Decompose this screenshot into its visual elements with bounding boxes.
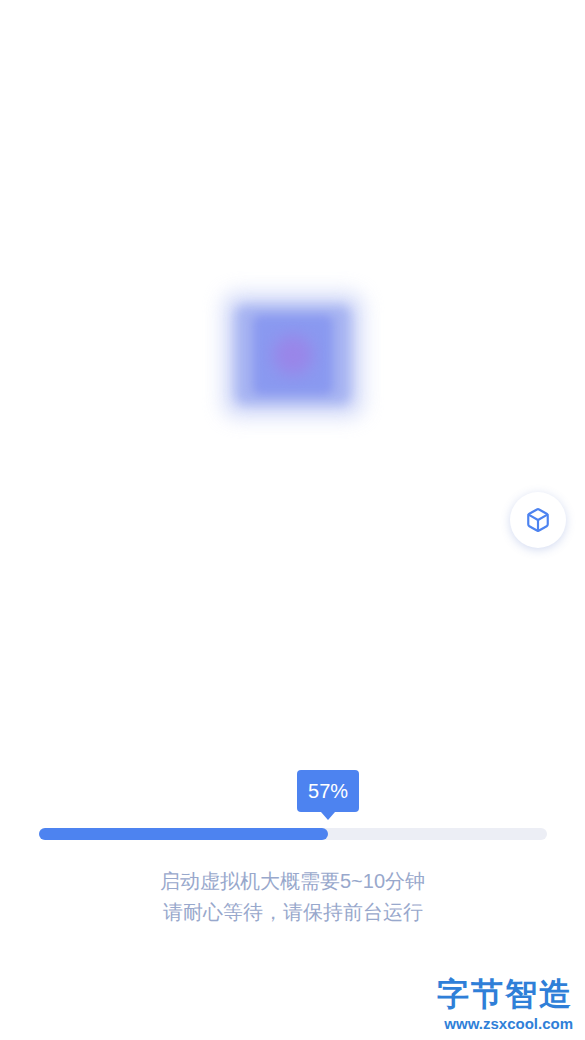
vm-boot-screen: 57% 启动虚拟机大概需要5~10分钟请耐心等待，请保持前台运行字节智造www.z…: [0, 0, 585, 1040]
hint-text: 启动虚拟机大概需要5~10分钟: [160, 866, 425, 897]
progress-fill: [39, 828, 329, 840]
floating-button[interactable]: [510, 492, 566, 548]
particle-cube-icon: [213, 285, 373, 425]
cube-icon: [525, 507, 551, 533]
progress-bar: 57%: [39, 828, 547, 840]
watermark: 字节智造www.zsxcool.com: [433, 974, 577, 1034]
hint-text: 请耐心等待，请保持前台运行: [163, 897, 423, 928]
progress-tooltip: 57%: [297, 770, 359, 820]
